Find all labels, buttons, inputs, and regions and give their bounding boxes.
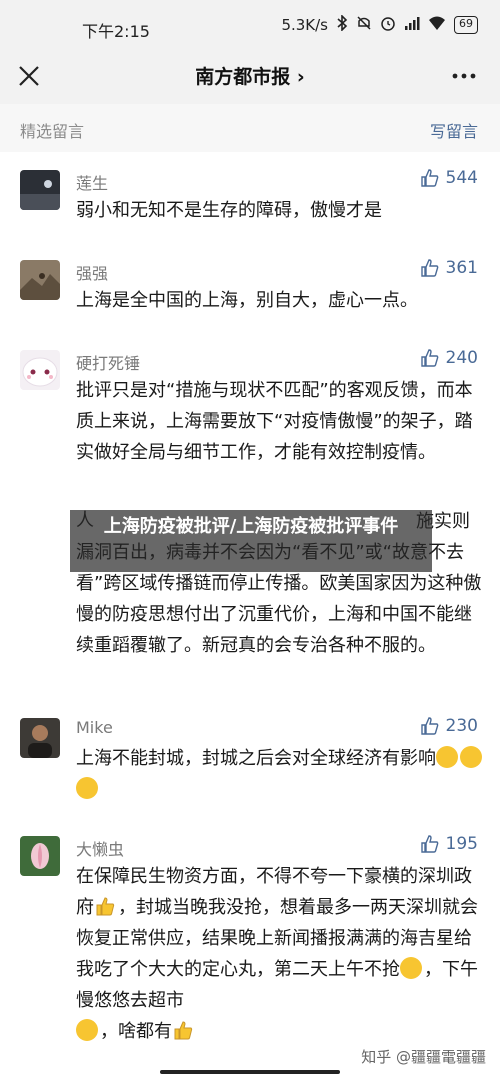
like-button[interactable]: 361 bbox=[420, 258, 478, 278]
comment-text: 批评只是对“措施与现状不匹配”的客观反馈，而本质上来说，上海需要放下“对疫情傲慢… bbox=[76, 380, 473, 463]
comment-author[interactable]: Mike bbox=[76, 718, 113, 737]
thumbs-up-icon bbox=[420, 835, 438, 853]
comment-text-part: ，啥都有 bbox=[100, 1021, 172, 1042]
sleepy-emoji-icon bbox=[436, 746, 458, 768]
signal-icon bbox=[404, 15, 420, 35]
more-icon bbox=[452, 73, 476, 79]
watermark: 知乎 @疆疆電疆疆 bbox=[361, 1048, 486, 1066]
status-icons: 5.3K/s 69 bbox=[281, 14, 478, 35]
comment-author[interactable]: 硬打死锤 bbox=[76, 350, 140, 374]
status-time: 下午2:15 bbox=[82, 22, 150, 41]
title-overlay: 上海防疫被批评/上海防疫被批评事件 bbox=[70, 510, 432, 572]
sleepy-emoji-icon bbox=[460, 746, 482, 768]
comment-text: 上海不能封城，封城之后会对全球经济有影响 bbox=[76, 743, 484, 805]
sleepy-emoji-icon bbox=[76, 777, 98, 799]
like-count: 195 bbox=[445, 834, 478, 854]
bluetooth-icon bbox=[336, 14, 348, 35]
comment-text: 上海是全中国的上海，别自大，虚心一点。 bbox=[76, 290, 418, 311]
thumbs-up-icon bbox=[420, 349, 438, 367]
like-button[interactable]: 240 bbox=[420, 348, 478, 368]
home-indicator[interactable] bbox=[160, 1070, 340, 1074]
chevron-right-icon: › bbox=[296, 66, 305, 88]
wifi-icon bbox=[428, 15, 446, 35]
like-count: 240 bbox=[445, 348, 478, 368]
mute-icon bbox=[356, 15, 372, 35]
avatar[interactable] bbox=[20, 836, 60, 876]
comment-author[interactable]: 强强 bbox=[76, 260, 108, 284]
avatar[interactable] bbox=[20, 260, 60, 300]
comment-author[interactable]: 莲生 bbox=[76, 170, 108, 194]
status-bar: 下午2:15 5.3K/s 69 bbox=[0, 0, 500, 56]
comment-text: 弱小和无知不是生存的障碍，傲慢才是 bbox=[76, 200, 382, 221]
avatar[interactable] bbox=[20, 170, 60, 210]
like-button[interactable]: 544 bbox=[420, 168, 478, 188]
more-button[interactable] bbox=[450, 62, 478, 95]
grin-emoji-icon bbox=[76, 1019, 98, 1041]
battery-icon: 69 bbox=[454, 16, 478, 34]
comment-text-body: 上海不能封城，封城之后会对全球经济有影响 bbox=[76, 748, 436, 769]
like-button[interactable]: 230 bbox=[420, 716, 478, 736]
overlay-text: 上海防疫被批评/上海防疫被批评事件 bbox=[103, 516, 399, 537]
avatar[interactable] bbox=[20, 350, 60, 390]
thumbs-up-emoji-icon bbox=[172, 1019, 194, 1041]
alarm-icon bbox=[380, 15, 396, 35]
write-comment-button[interactable]: 写留言 bbox=[430, 118, 478, 142]
thumbs-up-emoji-icon bbox=[94, 895, 116, 917]
network-speed: 5.3K/s bbox=[281, 16, 328, 34]
like-count: 361 bbox=[445, 258, 478, 278]
page-title[interactable]: 南方都市报 › bbox=[0, 62, 500, 89]
comment-text: 在保障民生物资方面，不得不夸一下豪横的深圳政府 ，封城当晚我没抢，想着最多一两天深… bbox=[76, 861, 484, 1047]
comment-author[interactable]: 大懒虫 bbox=[76, 836, 124, 860]
avatar[interactable] bbox=[20, 718, 60, 758]
section-title: 精选留言 bbox=[20, 122, 85, 141]
like-button[interactable]: 195 bbox=[420, 834, 478, 854]
like-count: 230 bbox=[445, 716, 478, 736]
page-title-text: 南方都市报 bbox=[195, 66, 291, 88]
grin-emoji-icon bbox=[400, 957, 422, 979]
thumbs-up-icon bbox=[420, 169, 438, 187]
like-count: 544 bbox=[445, 168, 478, 188]
section-header: 精选留言 写留言 bbox=[0, 104, 500, 152]
nav-bar: 南方都市报 › bbox=[0, 56, 500, 104]
thumbs-up-icon bbox=[420, 259, 438, 277]
thumbs-up-icon bbox=[420, 717, 438, 735]
